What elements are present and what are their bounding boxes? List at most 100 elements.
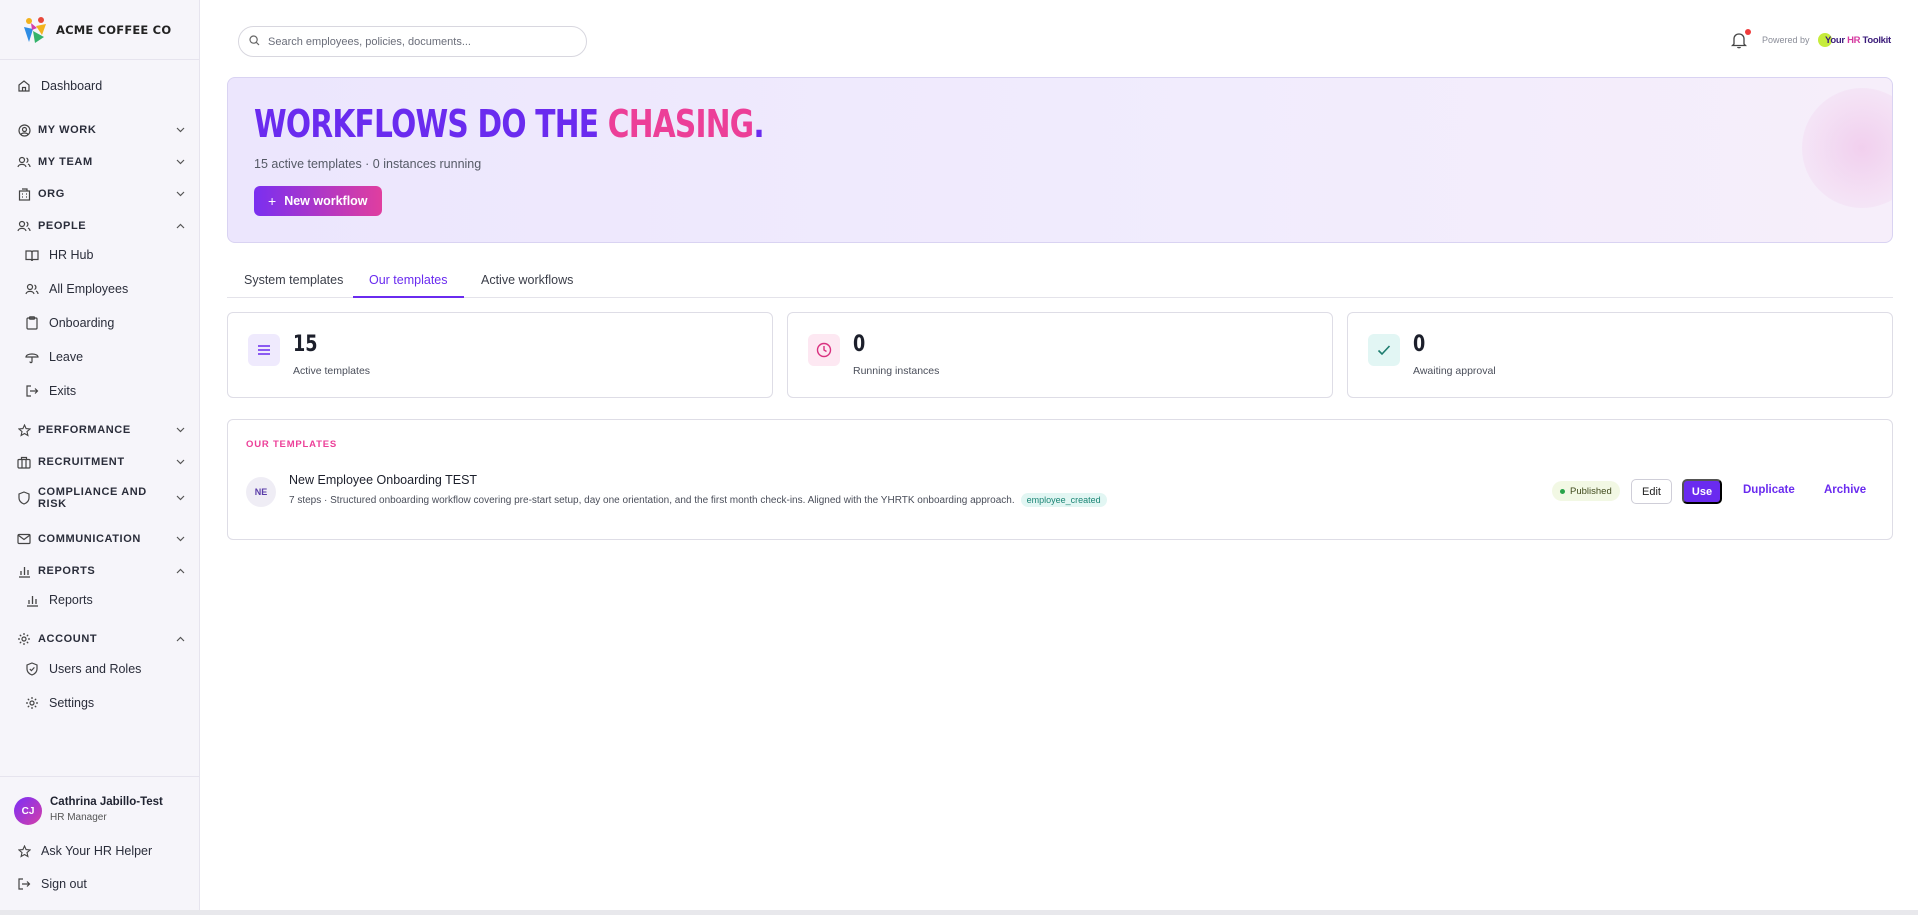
chevron-down-icon (174, 124, 186, 136)
section-reports[interactable]: REPORTS (16, 563, 186, 579)
exit-icon (24, 383, 40, 399)
template-description-text: 7 steps · Structured onboarding workflow… (289, 495, 1015, 506)
star-icon (16, 843, 32, 859)
brand-name: ACME COFFEE CO (56, 22, 172, 37)
section-label: PERFORMANCE (38, 424, 131, 436)
search-icon (249, 33, 260, 51)
brand-logo-icon (20, 15, 50, 45)
use-button[interactable]: Use (1682, 479, 1722, 504)
notification-dot (1745, 29, 1751, 35)
sidebar-item-label: Leave (49, 350, 84, 364)
sign-out-button[interactable]: Sign out (16, 876, 87, 892)
stat-label: Awaiting approval (1413, 365, 1496, 377)
users-icon (16, 154, 32, 170)
sidebar-item-settings[interactable]: Settings (24, 695, 94, 711)
section-org[interactable]: ORG (16, 186, 186, 202)
stat-value: 0 (1413, 332, 1426, 357)
chevron-down-icon (174, 492, 186, 504)
sidebar-item-dashboard[interactable]: Dashboard (16, 78, 102, 94)
chevron-up-icon (174, 220, 186, 232)
sidebar-item-users-and-roles[interactable]: Users and Roles (24, 661, 141, 677)
gear-icon (16, 631, 32, 647)
title-main: WORKFLOWS DO THE (254, 102, 608, 146)
chevron-down-icon (174, 456, 186, 468)
sidebar-item-label: Users and Roles (49, 662, 142, 676)
section-my-team[interactable]: MY TEAM (16, 154, 186, 170)
umbrella-icon (24, 349, 40, 365)
clipboard-icon (24, 315, 40, 331)
sidebar-item-hr-hub[interactable]: HR Hub (24, 247, 93, 263)
sidebar-item-label: All Employees (49, 282, 129, 296)
sidebar-item-reports[interactable]: Reports (24, 592, 93, 608)
stat-card-active-templates: 15 Active templates (227, 312, 773, 398)
edit-button[interactable]: Edit (1631, 479, 1672, 504)
template-description: 7 steps · Structured onboarding workflow… (289, 493, 1107, 507)
template-trigger-tag: employee_created (1020, 493, 1107, 507)
chevron-down-icon (174, 188, 186, 200)
hero-glow (1802, 88, 1892, 208)
bar-chart-icon (24, 592, 40, 608)
section-people[interactable]: PEOPLE (16, 218, 186, 234)
building-icon (16, 186, 32, 202)
section-my-work[interactable]: MY WORK (16, 122, 186, 138)
section-compliance[interactable]: COMPLIANCE AND RISK (16, 486, 186, 510)
section-label: MY WORK (38, 124, 97, 136)
chevron-down-icon (174, 156, 186, 168)
hero-banner: WORKFLOWS DO THE CHASING. 15 active temp… (227, 77, 1893, 243)
section-label: COMMUNICATION (38, 533, 141, 545)
sidebar-item-onboarding[interactable]: Onboarding (24, 315, 114, 331)
tab-active-workflows[interactable]: Active workflows (481, 273, 573, 287)
sidebar-item-all-employees[interactable]: All Employees (24, 281, 128, 297)
ask-hr-helper-button[interactable]: Ask Your HR Helper (16, 843, 152, 859)
tab-system-templates[interactable]: System templates (244, 273, 343, 287)
search-input[interactable] (268, 35, 568, 48)
new-workflow-label: New workflow (284, 194, 368, 208)
section-label: MY TEAM (38, 156, 93, 168)
gear-icon (24, 695, 40, 711)
sidebar-item-leave[interactable]: Leave (24, 349, 83, 365)
section-label: PEOPLE (38, 220, 87, 232)
star-icon (16, 422, 32, 438)
user-name: Cathrina Jabillo-Test (50, 796, 163, 808)
status-label: Published (1570, 485, 1612, 497)
divider (0, 776, 199, 777)
archive-button[interactable]: Archive (1824, 484, 1866, 496)
section-communication[interactable]: COMMUNICATION (16, 531, 186, 547)
sign-out-label: Sign out (41, 877, 87, 891)
ask-helper-label: Ask Your HR Helper (41, 844, 153, 858)
avatar[interactable]: CJ (14, 797, 42, 825)
active-tab-indicator (353, 296, 464, 298)
new-workflow-button[interactable]: + New workflow (254, 186, 382, 216)
section-account[interactable]: ACCOUNT (16, 631, 186, 647)
partner-logo-text: Your HR Toolkit (1825, 35, 1891, 46)
partner-logo-part: HR (1847, 34, 1861, 46)
book-icon (24, 247, 40, 263)
section-label: RECRUITMENT (38, 456, 125, 468)
list-icon (248, 334, 280, 366)
user-role: HR Manager (50, 812, 107, 823)
section-label: COMPLIANCE AND RISK (38, 486, 147, 510)
shield-check-icon (24, 661, 40, 677)
search-bar[interactable] (238, 26, 587, 57)
duplicate-button[interactable]: Duplicate (1743, 484, 1795, 496)
stat-value: 15 (293, 332, 318, 357)
check-icon (1368, 334, 1400, 366)
tab-our-templates[interactable]: Our templates (369, 273, 448, 287)
brand[interactable]: ACME COFFEE CO (0, 0, 199, 60)
template-name[interactable]: New Employee Onboarding TEST (289, 473, 477, 487)
stat-value: 0 (853, 332, 866, 357)
sidebar-item-exits[interactable]: Exits (24, 383, 76, 399)
partner-logo-part: Your (1825, 34, 1848, 46)
section-label: ORG (38, 188, 65, 200)
status-dot (1560, 488, 1565, 494)
section-performance[interactable]: PERFORMANCE (16, 422, 186, 438)
stat-label: Active templates (293, 365, 371, 377)
home-icon (16, 78, 32, 94)
sidebar-item-label: Dashboard (41, 79, 103, 93)
user-circle-icon (16, 122, 32, 138)
section-recruitment[interactable]: RECRUITMENT (16, 454, 186, 470)
stat-card-awaiting-approval: 0 Awaiting approval (1347, 312, 1893, 398)
partner-logo-part: Toolkit (1860, 34, 1892, 46)
window-bottom-edge (0, 910, 1918, 915)
hero-subtitle: 15 active templates · 0 instances runnin… (254, 157, 482, 171)
